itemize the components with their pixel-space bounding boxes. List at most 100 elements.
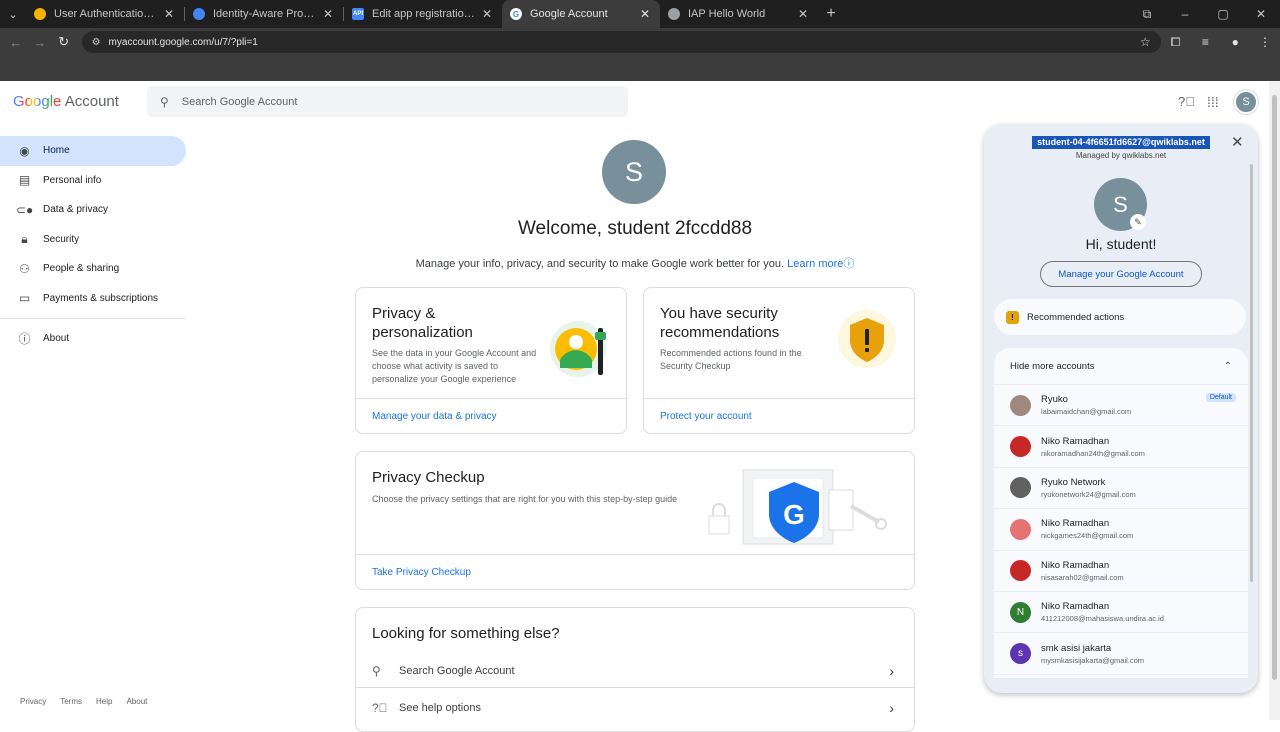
privacy-personalization-card[interactable]: Privacy & personalization See the data i… [355,287,627,434]
footer-about-link[interactable]: About [126,697,147,706]
account-item[interactable]: Niko Ramadhan nikoramadhan24th@gmail.com [994,426,1248,468]
tab-title: Edit app registration – APIs & S [372,8,476,20]
reload-icon[interactable]: ↻ [52,34,76,50]
maximize-icon[interactable]: ▢ [1204,7,1242,22]
site-info-icon[interactable]: ⚙ [92,37,101,48]
account-name: Ryuko Network [1041,476,1106,488]
account-name: Niko Ramadhan [1041,601,1110,613]
edit-pencil-icon[interactable]: ✎ [1130,214,1146,230]
extensions-icon[interactable]: ⧠ [1161,35,1191,50]
browser-tab[interactable]: Identity-Aware Proxy – Security ✕ [185,0,343,28]
account-avatar-button[interactable]: S [1234,90,1258,114]
sidebar-item-label: Payments & subscriptions [43,292,159,304]
accounts-list: Hide more accounts ⌃ Ryuko labaimaidchan@… [994,348,1248,678]
close-tab-icon[interactable]: ✕ [796,7,810,21]
browser-tab[interactable]: IAP Hello World ✕ [660,0,818,28]
account-email: nisasarah02@gmail.com [1041,572,1124,582]
manage-data-privacy-link[interactable]: Manage your data & privacy [356,398,626,434]
footer-help-link[interactable]: Help [96,697,112,706]
sidebar-item-personal-info[interactable]: ▤ Personal info [0,166,186,196]
recommended-actions-item[interactable]: ! Recommended actions [994,299,1246,335]
close-tab-icon[interactable]: ✕ [638,7,652,21]
footer-privacy-link[interactable]: Privacy [20,697,46,706]
bookmark-star-icon[interactable]: ☆ [1140,35,1151,49]
url-text: myaccount.google.com/u/7/?pli=1 [108,36,258,48]
link-text: Take Privacy Checkup [372,567,471,578]
panel-email[interactable]: student-04-4f6651fd6627@qwiklabs.net [1032,136,1210,149]
profile-icon[interactable]: ● [1220,35,1250,49]
button-label: Manage your Google Account [1058,268,1184,280]
browser-tab[interactable]: API Edit app registration – APIs & S ✕ [344,0,502,28]
account-email: nikoramadhan24th@gmail.com [1041,448,1145,458]
tab-search-button[interactable]: ⌄ [0,0,26,28]
account-name: Ryuko [1041,394,1068,406]
scrollbar-thumb[interactable] [1272,95,1277,680]
apps-grid-icon[interactable]: ⁞⁞⁞ [1207,94,1219,110]
hide-more-accounts-toggle[interactable]: Hide more accounts ⌃ [994,348,1248,385]
profile-avatar[interactable]: S [602,140,666,204]
manage-account-button[interactable]: Manage your Google Account [1040,261,1202,287]
sidebar-item-payments[interactable]: ▭ Payments & subscriptions [0,284,186,314]
card-title: Privacy Checkup [372,469,485,486]
close-window-icon[interactable]: ✕ [1242,7,1280,22]
logo-account-text: Account [64,93,119,110]
sidebar-item-data-privacy[interactable]: ⊂● Data & privacy [0,195,186,225]
person-circle-icon: ◉ [19,143,30,158]
close-icon[interactable]: ✕ [1231,133,1244,151]
search-icon: ⚲ [372,663,381,678]
new-tab-button[interactable]: + [818,5,844,23]
account-item[interactable]: N Niko Ramadhan 411212008@mahasiswa.undir… [994,592,1248,634]
cloud-favicon-icon [34,8,46,20]
more-menu-icon[interactable]: ⋮ [1250,35,1280,49]
protect-account-link[interactable]: Protect your account [644,398,914,434]
address-bar[interactable]: ⚙ myaccount.google.com/u/7/?pli=1 ☆ [81,31,1161,53]
account-name: Niko Ramadhan [1041,559,1110,571]
account-item[interactable]: Niko Ramadhan nisasarah02@gmail.com [994,551,1248,592]
search-input[interactable]: ⚲ Search Google Account [147,86,628,117]
tab-title: Identity-Aware Proxy – Security [213,8,317,20]
card-title: Looking for something else? [372,625,560,642]
forward-icon[interactable]: → [28,35,52,50]
people-icon: ⚇ [19,261,30,276]
media-icon[interactable]: ≡ [1190,35,1220,49]
account-item[interactable]: Niko Ramadhan nickgames24th@gmail.com [994,509,1248,551]
close-tab-icon[interactable]: ✕ [480,7,494,21]
looking-for-something-card: Looking for something else? ⚲ Search Goo… [355,607,915,732]
search-account-row[interactable]: ⚲ Search Google Account › [356,654,914,688]
panel-scrollbar[interactable] [1250,164,1253,582]
card-title: Privacy & personalization [372,305,473,341]
footer-terms-link[interactable]: Terms [60,697,82,706]
sidebar-item-home[interactable]: ◉ Home [0,136,186,166]
account-avatar [1010,394,1031,416]
account-item[interactable]: Ryuko labaimaidchan@gmail.com Default [994,385,1248,427]
sidebar-item-people-sharing[interactable]: ⚇ People & sharing [0,254,186,284]
avatar-letter: S [624,156,643,187]
learn-more-link[interactable]: Learn moreⓘ [787,258,854,270]
account-email: labaimaidchan@gmail.com [1041,407,1132,417]
take-privacy-checkup-link[interactable]: Take Privacy Checkup [356,554,914,590]
page-scrollbar[interactable] [1269,81,1280,720]
security-recommendations-card[interactable]: You have security recommendations Recomm… [643,287,915,434]
row-label: Search Google Account [399,664,515,677]
chevron-right-icon: › [889,662,894,679]
close-tab-icon[interactable]: ✕ [321,7,335,21]
minimize-icon[interactable]: – [1166,7,1204,22]
help-icon[interactable]: ?⃝ [1178,94,1195,109]
security-warning-shield-icon [838,310,896,368]
info-icon: ⓘ [18,332,31,347]
privacy-checkup-card[interactable]: Privacy Checkup Choose the privacy setti… [355,451,915,590]
restore-icon[interactable]: ⧉ [1128,7,1166,22]
google-account-logo[interactable]: Google Account [13,93,119,110]
browser-tab-active[interactable]: G Google Account ✕ [502,0,660,28]
link-text: Protect your account [660,411,752,422]
back-icon[interactable]: ← [4,35,28,50]
default-badge: Default [1205,393,1236,402]
panel-managed-by: Managed by qwiklabs.net [1075,151,1167,160]
close-tab-icon[interactable]: ✕ [162,7,176,21]
page-subtitle: Manage your info, privacy, and security … [355,255,915,271]
browser-tab[interactable]: User Authentication: Identity-A ✕ [26,0,184,28]
account-item[interactable]: Ryuko Network ryukonetwork24@gmail.com [994,468,1248,510]
account-item[interactable]: s smk asisi jakarta mysmkasisijakarta@gma… [994,633,1248,675]
sidebar-item-about[interactable]: ⓘ About [0,324,186,354]
sidebar-item-security[interactable]: 🔒︎ Security [0,225,186,255]
